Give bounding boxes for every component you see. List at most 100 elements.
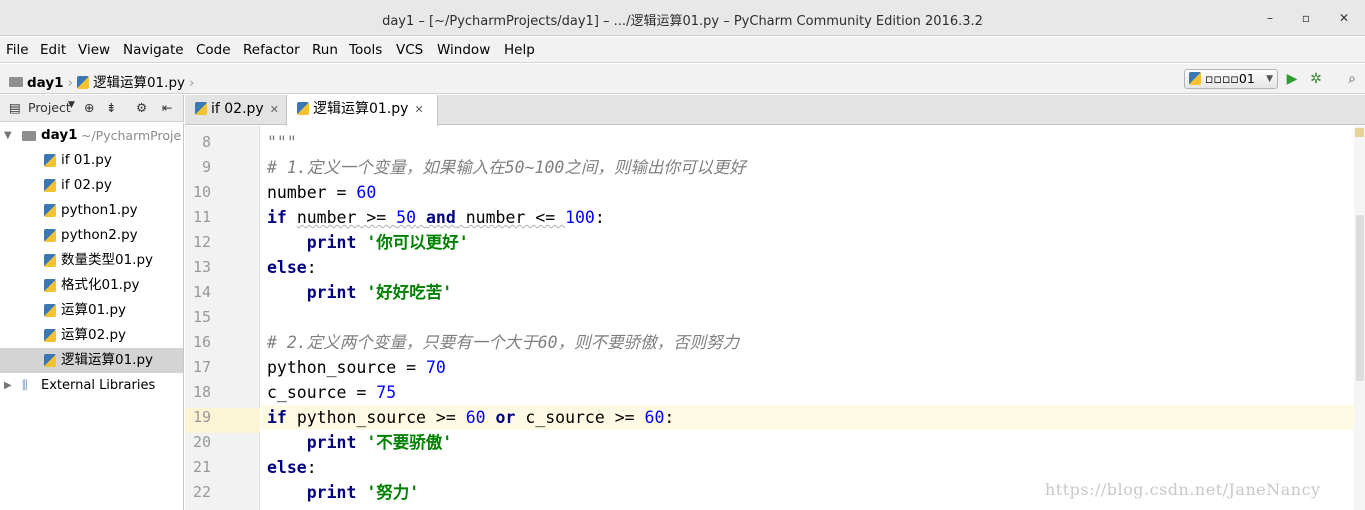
menu-vcs[interactable]: VCS (396, 42, 423, 58)
line-number: 21 (192, 458, 211, 476)
line-gutter: 8 9 10 11 12 13 14 15 16 17 18 19 20 21 … (185, 126, 260, 510)
sync-icon[interactable]: ⊕ (84, 100, 94, 115)
search-icon[interactable]: ⌕ (1342, 69, 1362, 89)
code-line[interactable]: else: (267, 255, 317, 280)
hide-panel-icon[interactable]: ⇤ (162, 100, 172, 115)
minimize-button[interactable]: – (1260, 8, 1280, 28)
tree-root-name: day1 (41, 127, 78, 143)
tree-file-selected[interactable]: 逻辑运算01.py (0, 348, 183, 373)
line-number: 14 (192, 283, 211, 301)
tree-file-label: if 01.py (61, 152, 112, 168)
expand-arrow-icon[interactable]: ▼ (4, 123, 12, 148)
run-icon[interactable]: ▶ (1282, 69, 1302, 89)
tree-file[interactable]: python2.py (0, 223, 183, 248)
line-number: 10 (192, 183, 211, 201)
code-line[interactable]: """ (267, 130, 297, 155)
breadcrumb-file[interactable]: 逻辑运算01.py (93, 75, 185, 91)
tab-if02[interactable]: if 02.py ✕ (185, 95, 286, 125)
code-line[interactable]: # 1.定义一个变量，如果输入在50~100之间，则输出你可以更好 (267, 155, 746, 180)
project-view-selector[interactable]: Project (28, 100, 71, 115)
code-keyword: and (425, 208, 456, 227)
tab-label: if 02.py (211, 101, 264, 117)
code-text: number <= (465, 208, 566, 227)
code-text: number >= (296, 208, 397, 227)
tree-external-label: External Libraries (41, 378, 156, 393)
scrollbar-thumb[interactable] (1356, 215, 1364, 381)
code-number: 60 (356, 183, 377, 202)
gear-icon[interactable]: ⚙ (136, 100, 147, 115)
code-text: : (664, 408, 675, 427)
tree-external-libraries[interactable]: ▶ ⫼ External Libraries (0, 373, 183, 398)
tree-file-label: 格式化01.py (61, 277, 140, 293)
breadcrumb: day1 › 逻辑运算01.py › (9, 71, 198, 91)
menu-tools[interactable]: Tools (349, 42, 382, 58)
tab-logic01[interactable]: 逻辑运算01.py ✕ (286, 95, 438, 126)
code-line[interactable]: if number >= 50 and number <= 100: (267, 205, 605, 230)
expand-arrow-icon[interactable]: ▶ (4, 373, 12, 398)
line-number: 8 (201, 133, 211, 151)
chevron-down-icon[interactable]: ▼ (68, 100, 75, 110)
code-number: 100 (565, 208, 595, 227)
run-config-select[interactable]: ▫▫▫▫01 ▼ (1184, 69, 1278, 89)
tree-file[interactable]: 运算01.py (0, 298, 183, 323)
code-string: '努力' (366, 483, 420, 502)
menu-help[interactable]: Help (504, 42, 535, 58)
code-line[interactable]: print '不要骄傲' (267, 430, 452, 455)
code-string: '好好吃苦' (366, 283, 453, 302)
menu-file[interactable]: File (6, 42, 29, 58)
python-file-icon (195, 102, 207, 115)
line-number: 9 (201, 158, 211, 176)
tree-root[interactable]: ▼ day1 ~/PycharmProje (0, 123, 183, 148)
menu-edit[interactable]: Edit (40, 42, 66, 58)
debug-icon[interactable]: ✲ (1306, 69, 1326, 89)
code-line-current[interactable]: if python_source >= 60 or c_source >= 60… (267, 405, 674, 430)
menu-code[interactable]: Code (196, 42, 231, 58)
code-docstring: """ (267, 133, 297, 152)
maximize-button[interactable]: ▫ (1296, 8, 1316, 28)
code-text: number = (267, 183, 357, 202)
code-keyword: print (306, 433, 357, 452)
line-number: 17 (192, 358, 211, 376)
tree-file[interactable]: 格式化01.py (0, 273, 183, 298)
tree-file[interactable]: if 01.py (0, 148, 183, 173)
code-line[interactable]: # 2.定义两个变量，只要有一个大于60，则不要骄傲，否则努力 (267, 330, 739, 355)
inspection-status-icon[interactable] (1355, 128, 1364, 137)
close-button[interactable]: ✕ (1334, 8, 1354, 28)
project-panel-icon: ▤ (9, 100, 21, 115)
code-text: python_source = (267, 358, 426, 377)
line-number: 16 (192, 333, 211, 351)
menu-refactor[interactable]: Refactor (243, 42, 300, 58)
code-editor[interactable]: """ # 1.定义一个变量，如果输入在50~100之间，则输出你可以更好 nu… (261, 126, 1354, 510)
tree-file-label: 运算01.py (61, 302, 127, 318)
tree-file[interactable]: if 02.py (0, 173, 183, 198)
code-line[interactable]: print '你可以更好' (267, 230, 469, 255)
menu-window[interactable]: Window (437, 42, 490, 58)
python-file-icon (44, 154, 56, 167)
chevron-down-icon: ▼ (1266, 74, 1273, 84)
editor-tabs: if 02.py ✕ 逻辑运算01.py ✕ (185, 95, 1365, 126)
code-keyword: if (267, 208, 287, 227)
code-text: : (306, 458, 317, 477)
code-number: 70 (425, 358, 446, 377)
code-line[interactable]: c_source = 75 (267, 380, 396, 405)
python-file-icon (1189, 72, 1201, 85)
tab-label: 逻辑运算01.py (313, 101, 409, 117)
close-icon[interactable]: ✕ (414, 103, 423, 116)
python-file-icon (44, 279, 56, 292)
tree-file[interactable]: python1.py (0, 198, 183, 223)
code-line[interactable]: number = 60 (267, 180, 376, 205)
code-line[interactable]: else: (267, 455, 317, 480)
tree-file[interactable]: 运算02.py (0, 323, 183, 348)
breadcrumb-project[interactable]: day1 (27, 75, 64, 91)
menu-view[interactable]: View (78, 42, 110, 58)
close-icon[interactable]: ✕ (270, 103, 279, 116)
code-line[interactable]: python_source = 70 (267, 355, 446, 380)
code-keyword: print (306, 233, 357, 252)
code-line[interactable]: print '努力' (267, 480, 419, 505)
tree-file[interactable]: 数量类型01.py (0, 248, 183, 273)
code-comment: # 2.定义两个变量，只要有一个大于60，则不要骄傲，否则努力 (267, 333, 740, 352)
code-line[interactable]: print '好好吃苦' (267, 280, 452, 305)
collapse-icon[interactable]: ⇟ (106, 100, 116, 115)
menu-run[interactable]: Run (312, 42, 338, 58)
menu-navigate[interactable]: Navigate (123, 42, 184, 58)
